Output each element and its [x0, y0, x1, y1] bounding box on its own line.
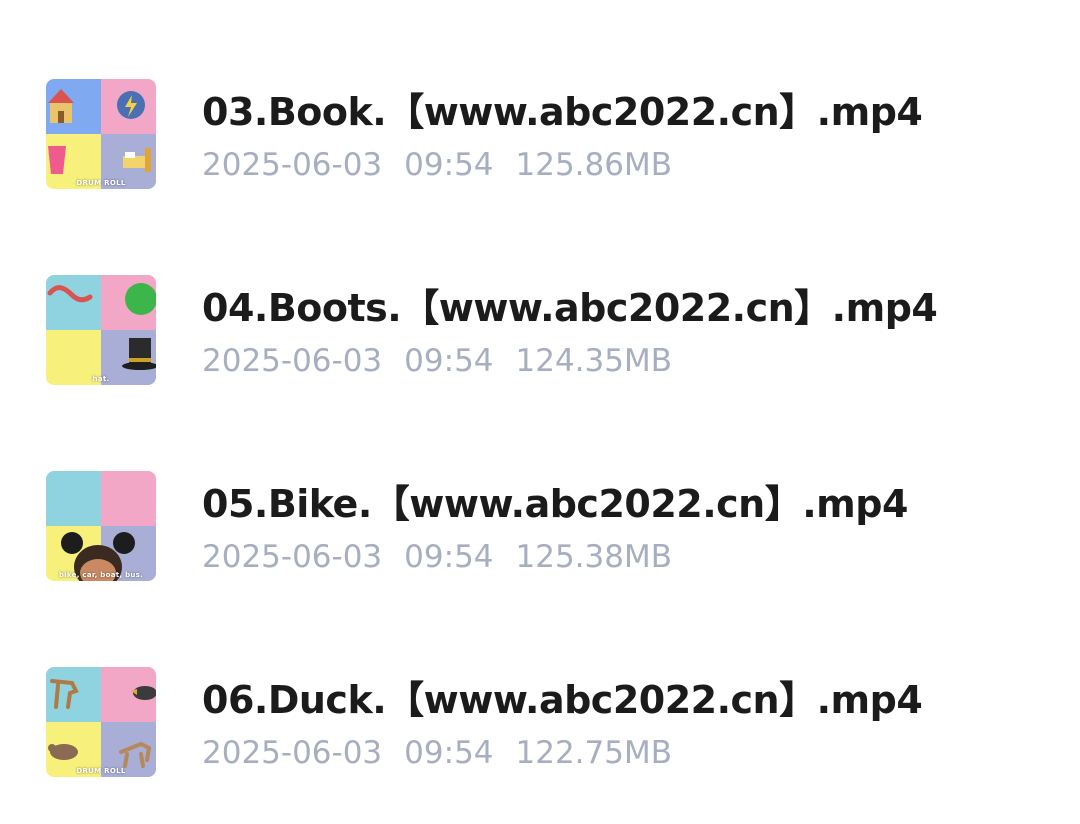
file-time: 09:54	[404, 539, 494, 575]
thumb-quadrant	[101, 275, 156, 330]
file-meta: 2025-06-03 09:54 125.38MB	[202, 539, 672, 575]
worm-icon	[47, 285, 93, 303]
file-date: 2025-06-03	[202, 539, 383, 575]
file-time: 09:54	[404, 343, 494, 379]
file-date: 2025-06-03	[202, 147, 383, 183]
video-thumbnail: hat.	[46, 275, 156, 385]
file-size: 124.35MB	[515, 343, 672, 379]
file-list: DRUM ROLL 03.Book.【www.abc2022.cn】.mp4 2…	[0, 0, 1080, 824]
video-thumbnail: DRUM ROLL	[46, 667, 156, 777]
file-meta: 2025-06-03 09:54 124.35MB	[202, 343, 672, 379]
file-date: 2025-06-03	[202, 735, 383, 771]
file-name: 03.Book.【www.abc2022.cn】.mp4	[202, 90, 923, 134]
thumb-quadrant	[46, 471, 101, 526]
lightning-icon	[117, 91, 145, 119]
file-time: 09:54	[404, 147, 494, 183]
video-thumbnail: bike, car, boat, bus.	[46, 471, 156, 581]
file-time: 09:54	[404, 735, 494, 771]
file-name: 05.Bike.【www.abc2022.cn】.mp4	[202, 482, 908, 526]
thumbnail-caption: hat.	[92, 375, 110, 383]
thumb-quadrant	[101, 471, 156, 526]
list-item[interactable]: hat. 04.Boots.【www.abc2022.cn】.mp4 2025-…	[0, 247, 1080, 397]
list-item[interactable]: DRUM ROLL 06.Duck.【www.abc2022.cn】.mp4 2…	[0, 639, 1080, 789]
file-name: 04.Boots.【www.abc2022.cn】.mp4	[202, 286, 938, 330]
file-date: 2025-06-03	[202, 343, 383, 379]
thumb-quadrant	[101, 79, 156, 134]
ball-icon	[125, 283, 156, 315]
house-icon	[48, 89, 74, 123]
file-size: 122.75MB	[515, 735, 672, 771]
file-name: 06.Duck.【www.abc2022.cn】.mp4	[202, 678, 923, 722]
thumb-quadrant	[46, 275, 101, 330]
list-item[interactable]: DRUM ROLL 03.Book.【www.abc2022.cn】.mp4 2…	[0, 51, 1080, 201]
deer-icon	[50, 679, 79, 709]
thumb-quadrant	[46, 667, 101, 722]
duck-icon	[131, 686, 156, 700]
file-meta: 2025-06-03 09:54 125.86MB	[202, 147, 672, 183]
video-thumbnail: DRUM ROLL	[46, 79, 156, 189]
thumbnail-caption: bike, car, boat, bus.	[58, 571, 144, 579]
thumb-quadrant	[101, 667, 156, 722]
thumbnail-caption: DRUM ROLL	[76, 767, 126, 775]
thumbnail-caption: DRUM ROLL	[76, 179, 126, 187]
file-size: 125.86MB	[515, 147, 672, 183]
file-meta: 2025-06-03 09:54 122.75MB	[202, 735, 672, 771]
thumb-quadrant	[46, 79, 101, 134]
list-item[interactable]: bike, car, boat, bus. 05.Bike.【www.abc20…	[0, 443, 1080, 593]
file-size: 125.38MB	[515, 539, 672, 575]
